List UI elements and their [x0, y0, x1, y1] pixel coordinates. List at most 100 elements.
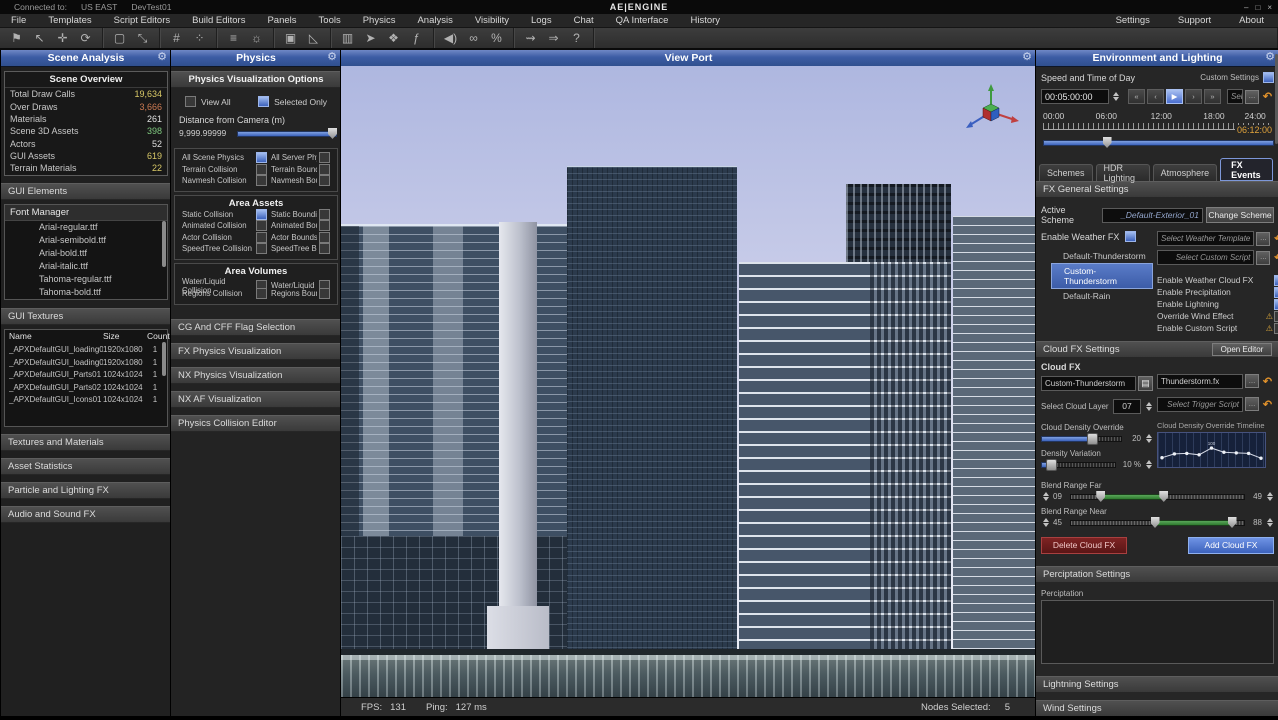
node-graph-icon[interactable]: ❖	[382, 29, 405, 47]
fx-general-settings-title[interactable]: FX General Settings	[1036, 181, 1278, 198]
enable-custom-script-checkbox[interactable]	[1274, 323, 1278, 334]
font-item[interactable]: Arial-regular.ttf	[5, 221, 167, 234]
blend-range-near-slider[interactable]	[1070, 518, 1245, 526]
active-scheme-field[interactable]: _Default-Exterior_01	[1102, 208, 1203, 223]
axis-gizmo[interactable]	[960, 82, 1022, 140]
move-tool-icon[interactable]: ✛	[51, 29, 74, 47]
font-manager-title[interactable]: Font Manager	[5, 205, 167, 221]
density-variation-slider[interactable]	[1041, 460, 1116, 468]
walk-actor-icon[interactable]: ⇝	[519, 29, 542, 47]
enable-precipitation-checkbox[interactable]	[1274, 287, 1278, 298]
select-custom-script-field[interactable]: Select Custom Script	[1157, 250, 1254, 265]
align-tool-icon[interactable]: ⁘	[188, 29, 211, 47]
browse-custom-script-button[interactable]: …	[1256, 251, 1270, 265]
all-server-physics-checkbox[interactable]	[319, 152, 330, 163]
menu-analysis[interactable]: Analysis	[406, 15, 463, 26]
menu-file[interactable]: File	[0, 15, 37, 26]
section-gui-textures[interactable]: GUI Textures	[1, 308, 171, 325]
section-particle-lighting-fx[interactable]: Particle and Lighting FX	[1, 482, 171, 499]
menu-build-editors[interactable]: Build Editors	[181, 15, 256, 26]
scale-tool-icon[interactable]: ⤡	[131, 29, 154, 47]
font-item[interactable]: Tahoma-bold.ttf	[5, 286, 167, 299]
audio-icon[interactable]: ◀)	[439, 29, 462, 47]
terrain-ramp-icon[interactable]: ◺	[302, 29, 325, 47]
time-of-day-slider[interactable]	[1043, 138, 1272, 146]
section-textures-materials[interactable]: Textures and Materials	[1, 434, 171, 451]
section-nx-af-viz[interactable]: NX AF Visualization	[171, 391, 341, 408]
select-script-field[interactable]: Select Script	[1227, 89, 1243, 104]
time-field[interactable]: 00:05:00:00	[1041, 89, 1109, 104]
section-asset-statistics[interactable]: Asset Statistics	[1, 458, 171, 475]
cloud-density-timeline-chart[interactable]: 100	[1157, 432, 1266, 468]
library-icon[interactable]: ▥	[336, 29, 359, 47]
select-trigger-script-field[interactable]: Select Trigger Script	[1157, 397, 1243, 412]
table-row[interactable]: _APXDefaultGUI_Parts021024x10241	[5, 381, 167, 394]
distance-slider[interactable]	[237, 129, 335, 137]
light-gizmo-icon[interactable]: ☼	[245, 29, 268, 47]
gear-icon[interactable]: ⚙	[327, 50, 337, 63]
select-weather-template-field[interactable]: Select Weather Template	[1157, 231, 1254, 246]
table-row[interactable]: _APXDefaultGUI_Parts011024x10241	[5, 368, 167, 381]
menu-panels[interactable]: Panels	[256, 15, 307, 26]
undo-icon[interactable]: ↶	[1272, 251, 1278, 264]
navmesh-bounds-checkbox[interactable]	[319, 175, 330, 186]
navmesh-collision-checkbox[interactable]	[256, 175, 267, 186]
section-fx-physics-viz[interactable]: FX Physics Visualization	[171, 343, 341, 360]
menu-physics[interactable]: Physics	[352, 15, 407, 26]
static-collision-checkbox[interactable]	[256, 209, 267, 220]
font-item[interactable]: Arial-semibold.ttf	[5, 234, 167, 247]
blend-near-min-stepper[interactable]	[1041, 518, 1050, 527]
menu-qa-interface[interactable]: QA Interface	[605, 15, 680, 26]
snap-grid-icon[interactable]: #	[165, 29, 188, 47]
menu-visibility[interactable]: Visibility	[464, 15, 520, 26]
menu-about[interactable]: About	[1225, 15, 1278, 26]
custom-settings-checkbox[interactable]	[1263, 72, 1274, 83]
font-item[interactable]: Arial-bold.ttf	[5, 247, 167, 260]
menu-settings[interactable]: Settings	[1102, 15, 1164, 26]
section-cg-cff-flags[interactable]: CG And CFF Flag Selection	[171, 319, 341, 336]
open-editor-button[interactable]: Open Editor	[1212, 343, 1272, 356]
undo-icon[interactable]: ↶	[1261, 90, 1274, 103]
section-physics-collision-editor[interactable]: Physics Collision Editor	[171, 415, 341, 432]
range-handle-max[interactable]	[1228, 517, 1237, 528]
enable-lightning-checkbox[interactable]	[1274, 299, 1278, 310]
range-handle-min[interactable]	[1096, 491, 1105, 502]
maximize-button[interactable]: □	[1255, 3, 1260, 12]
density-variation-stepper[interactable]	[1144, 460, 1153, 469]
rewind-button[interactable]: «	[1128, 89, 1145, 104]
dock-tool-icon[interactable]: ≡	[222, 29, 245, 47]
regions-collision-checkbox[interactable]	[256, 288, 267, 299]
step-back-button[interactable]: ‹	[1147, 89, 1164, 104]
time-stepper[interactable]	[1111, 92, 1120, 101]
asset-bag-icon[interactable]: ▣	[279, 29, 302, 47]
fast-forward-button[interactable]: »	[1204, 89, 1221, 104]
actor-collision-checkbox[interactable]	[256, 232, 267, 243]
table-row[interactable]: _APXDefaultGUI_loading021920x10801	[5, 356, 167, 369]
close-button[interactable]: ×	[1267, 3, 1272, 12]
picker-icon[interactable]: ➤	[359, 29, 382, 47]
fx-file-field[interactable]: Thunderstorm.fx	[1157, 374, 1243, 389]
browse-weather-template-button[interactable]: …	[1256, 232, 1270, 246]
font-item[interactable]: Tahoma-regular.ttf	[5, 273, 167, 286]
weather-scheme-item-selected[interactable]: Custom-Thunderstorm	[1051, 263, 1153, 289]
scrollbar[interactable]	[162, 221, 166, 267]
selected-only-checkbox[interactable]	[258, 96, 269, 107]
override-wind-effect-checkbox[interactable]	[1274, 311, 1278, 322]
undo-icon[interactable]: ↶	[1261, 398, 1274, 411]
gear-icon[interactable]: ⚙	[157, 50, 167, 63]
perciptation-list-box[interactable]	[1041, 600, 1274, 664]
tab-hdr-lighting[interactable]: HDR Lighting	[1096, 164, 1150, 181]
table-row[interactable]: _APXDefaultGUI_Icons011024x10241	[5, 394, 167, 407]
browse-script-button[interactable]: …	[1245, 90, 1259, 104]
cloud-layer-stepper[interactable]	[1144, 402, 1153, 411]
menu-script-editors[interactable]: Script Editors	[103, 15, 182, 26]
marquee-tool-icon[interactable]: ▢	[108, 29, 131, 47]
script-icon[interactable]: ƒ	[405, 29, 428, 47]
undo-icon[interactable]: ↶	[1272, 232, 1278, 245]
cloud-density-override-slider[interactable]	[1041, 434, 1122, 442]
unlink-icon[interactable]: %	[485, 29, 508, 47]
weather-scheme-item[interactable]: Default-Rain	[1051, 289, 1153, 303]
menu-tools[interactable]: Tools	[308, 15, 352, 26]
section-nx-physics-viz[interactable]: NX Physics Visualization	[171, 367, 341, 384]
slider-handle[interactable]	[328, 128, 337, 139]
